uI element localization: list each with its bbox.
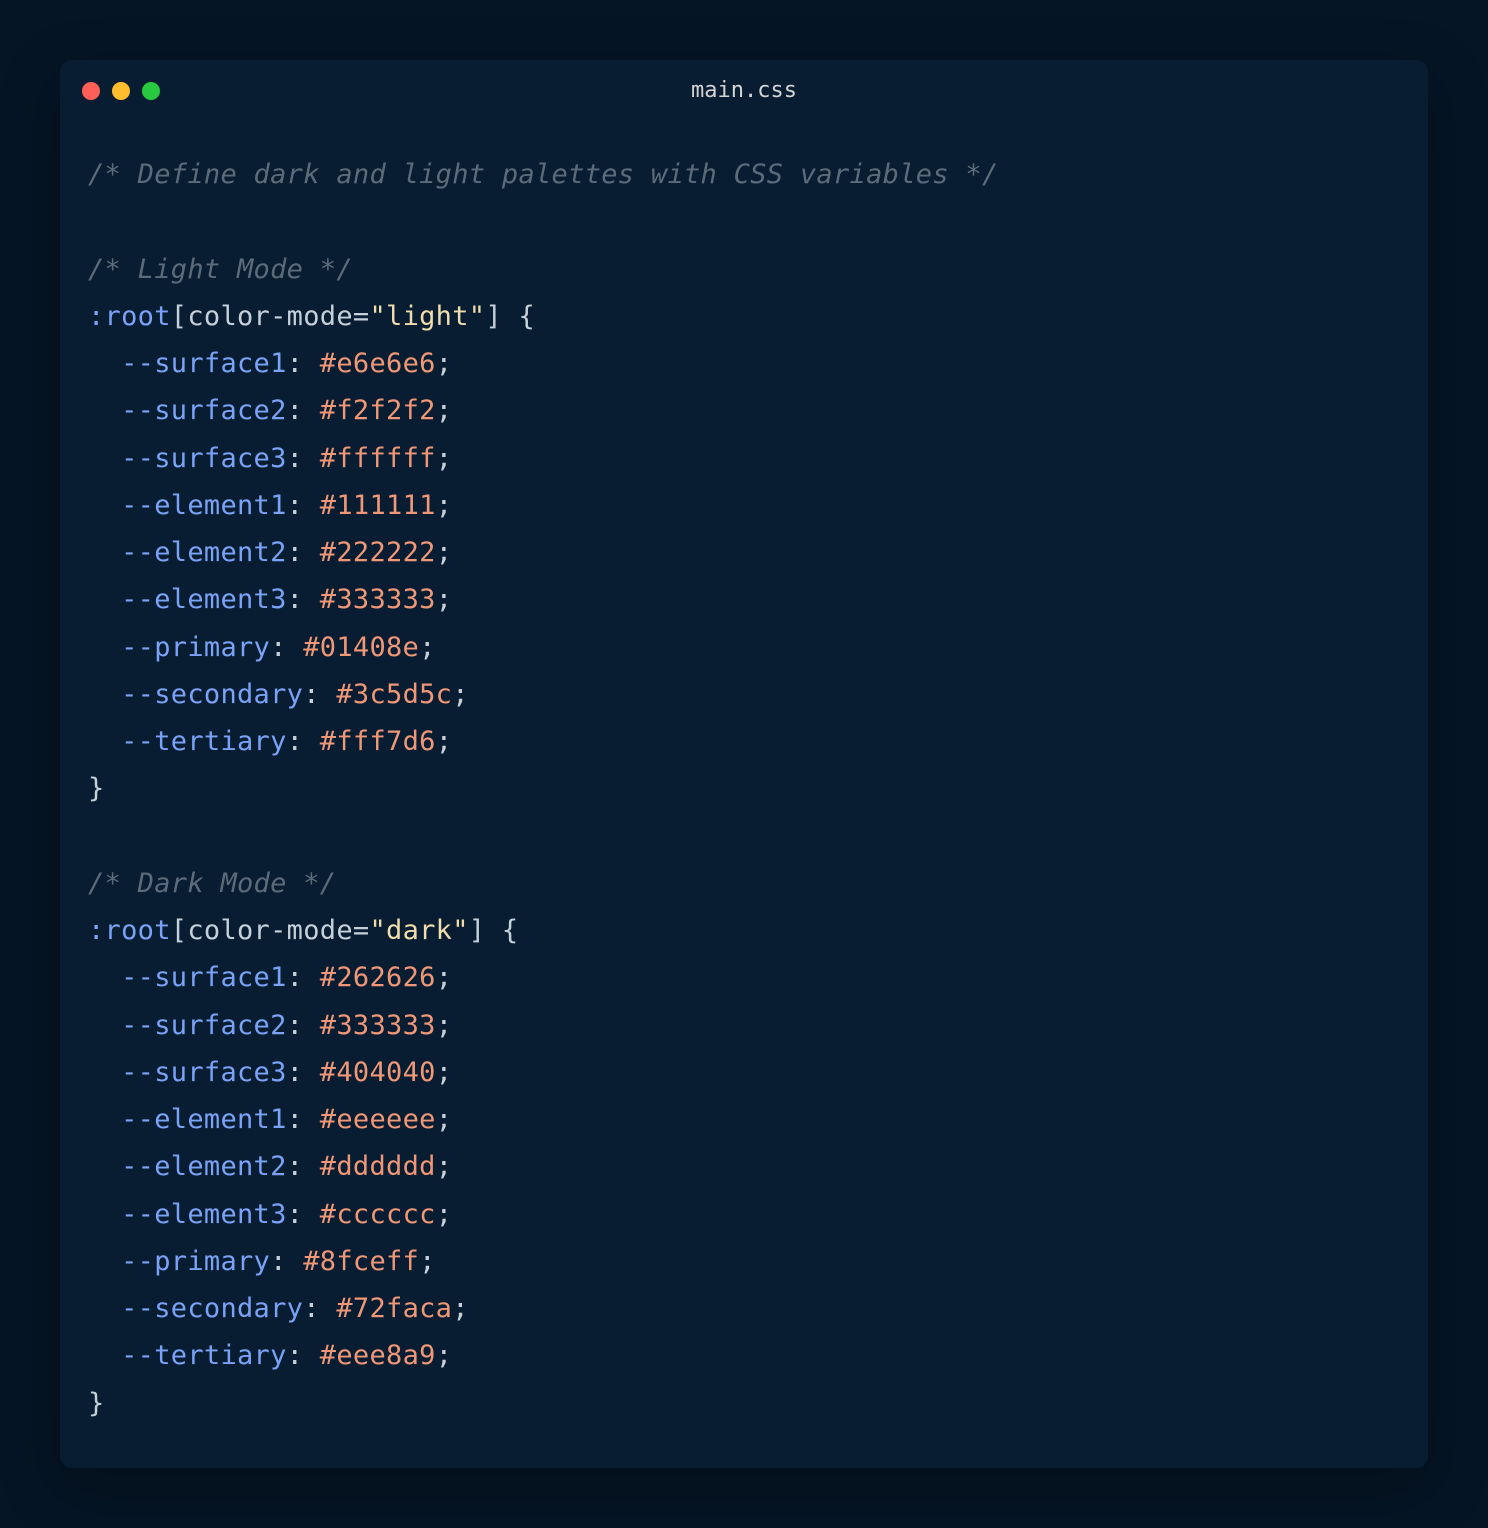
code-line: --surface3: #ffffff; [88, 435, 1400, 482]
code-line: --surface3: #404040; [88, 1049, 1400, 1096]
code-line: --surface1: #e6e6e6; [88, 340, 1400, 387]
code-line: /* Define dark and light palettes with C… [88, 151, 1400, 198]
editor-window: main.css /* Define dark and light palett… [60, 60, 1428, 1468]
code-line: --surface2: #333333; [88, 1002, 1400, 1049]
traffic-lights [82, 82, 160, 100]
code-line: --element2: #dddddd; [88, 1143, 1400, 1190]
code-line: } [88, 1380, 1400, 1427]
code-line: --surface1: #262626; [88, 954, 1400, 1001]
code-line: --element2: #222222; [88, 529, 1400, 576]
code-content[interactable]: /* Define dark and light palettes with C… [60, 121, 1428, 1457]
file-title: main.css [691, 78, 797, 103]
code-line: --primary: #8fceff; [88, 1238, 1400, 1285]
code-line: :root[color-mode="dark"] { [88, 907, 1400, 954]
code-line: --element3: #cccccc; [88, 1191, 1400, 1238]
code-line: --secondary: #3c5d5c; [88, 671, 1400, 718]
code-line: --surface2: #f2f2f2; [88, 387, 1400, 434]
code-line: :root[color-mode="light"] { [88, 293, 1400, 340]
code-line: --primary: #01408e; [88, 624, 1400, 671]
maximize-button[interactable] [142, 82, 160, 100]
code-line: /* Dark Mode */ [88, 860, 1400, 907]
code-line: --element1: #eeeeee; [88, 1096, 1400, 1143]
blank-line [88, 198, 1400, 245]
code-line: --element3: #333333; [88, 576, 1400, 623]
code-line: --element1: #111111; [88, 482, 1400, 529]
code-line: --secondary: #72faca; [88, 1285, 1400, 1332]
title-bar: main.css [60, 60, 1428, 121]
code-line: } [88, 765, 1400, 812]
close-button[interactable] [82, 82, 100, 100]
minimize-button[interactable] [112, 82, 130, 100]
code-line: --tertiary: #eee8a9; [88, 1332, 1400, 1379]
blank-line [88, 813, 1400, 860]
code-line: /* Light Mode */ [88, 246, 1400, 293]
code-line: --tertiary: #fff7d6; [88, 718, 1400, 765]
